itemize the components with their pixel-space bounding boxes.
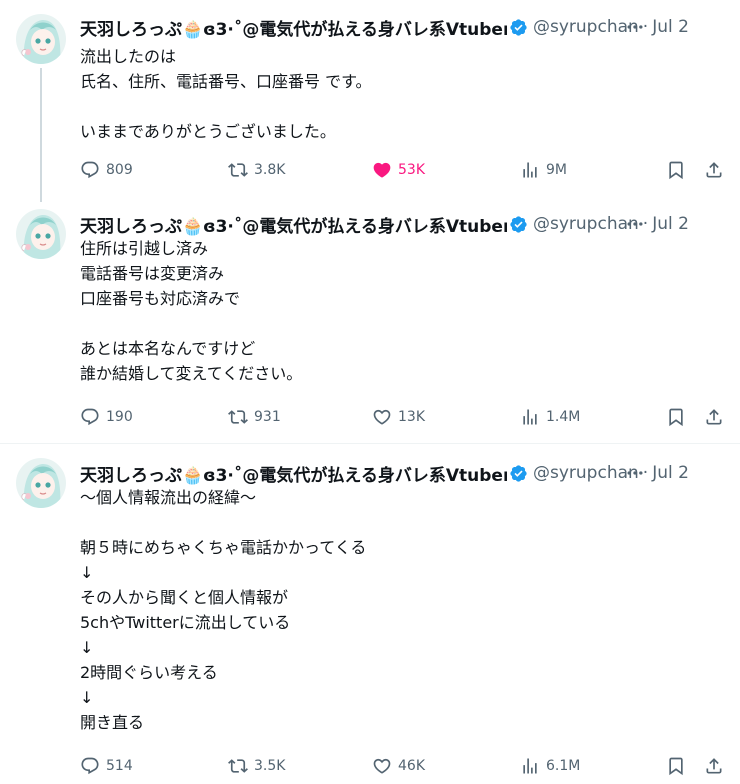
- tweet-2[interactable]: 天羽しろっぷ🧁ɞ3·˚@電気代が払える身バレ系Vtuber @syrupchan…: [0, 195, 740, 443]
- display-name[interactable]: 天羽しろっぷ🧁ɞ3·˚@電気代が払える身バレ系Vtuber: [80, 15, 507, 40]
- timestamp[interactable]: Jul 2: [652, 17, 689, 37]
- timestamp[interactable]: Jul 2: [652, 214, 689, 234]
- display-name[interactable]: 天羽しろっぷ🧁ɞ3·˚@電気代が払える身バレ系Vtuber: [80, 212, 507, 237]
- avatar-image: [16, 458, 66, 508]
- verified-badge-icon[interactable]: [509, 215, 528, 234]
- action-bar: 514 3.5K 46K 6.1M: [80, 754, 730, 778]
- avatar[interactable]: [16, 209, 66, 259]
- like-count: 13K: [398, 409, 425, 425]
- more-options-icon[interactable]: [624, 213, 646, 235]
- like-count: 46K: [398, 758, 425, 774]
- retweet-count: 3.5K: [254, 758, 286, 774]
- view-count: 6.1M: [546, 758, 581, 774]
- tweet-line: ↓: [80, 688, 94, 707]
- action-bar: 190 931 13K 1.4M: [80, 405, 730, 429]
- tweet-text: 流出したのは 氏名、住所、電話番号、口座番号 です。 いままでありがとうございま…: [80, 44, 700, 144]
- reply-button[interactable]: 514: [80, 754, 133, 778]
- retweet-button[interactable]: 3.5K: [228, 754, 285, 778]
- reply-count: 514: [106, 758, 133, 774]
- tweet-line: その人から聞くと個人情報が: [80, 588, 289, 607]
- share-button[interactable]: [704, 754, 730, 778]
- action-bar: 809 3.8K 53K 9M: [80, 158, 730, 182]
- heart-icon: [373, 758, 391, 774]
- view-count: 1.4M: [546, 409, 581, 425]
- tweet-line: 誰か結婚して変えてください。: [80, 364, 303, 383]
- reply-button[interactable]: 809: [80, 158, 133, 182]
- tweet-line: 口座番号も対応済みで: [80, 289, 241, 308]
- analytics-icon: [523, 162, 537, 178]
- like-button[interactable]: 46K: [372, 754, 425, 778]
- like-button[interactable]: 13K: [372, 405, 425, 429]
- retweet-count: 3.8K: [254, 162, 286, 178]
- tweet-line: ～個人情報流出の経緯～: [80, 488, 257, 507]
- reply-icon: [81, 408, 99, 426]
- tweet-line: [80, 510, 700, 535]
- display-name[interactable]: 天羽しろっぷ🧁ɞ3·˚@電気代が払える身バレ系Vtuber: [80, 461, 507, 486]
- avatar-image: [16, 209, 66, 259]
- tweet-line: [80, 311, 700, 336]
- tweet-line: 流出したのは: [80, 47, 177, 66]
- tweet-line: 開き直る: [80, 713, 145, 732]
- views-button[interactable]: 1.4M: [520, 405, 580, 429]
- tweet-line: いままでありがとうございました。: [80, 122, 336, 141]
- retweet-icon: [228, 163, 248, 177]
- view-count: 9M: [546, 162, 567, 178]
- reply-icon: [81, 161, 99, 179]
- share-icon: [706, 409, 722, 425]
- thread-line: [40, 68, 42, 202]
- tweet-line: 2時間ぐらい考える: [80, 663, 218, 682]
- handle[interactable]: @syrupchan: [533, 17, 639, 37]
- timestamp[interactable]: Jul 2: [652, 463, 689, 483]
- retweet-button[interactable]: 3.8K: [228, 158, 285, 182]
- avatar[interactable]: [16, 458, 66, 508]
- more-options-icon[interactable]: [624, 462, 646, 484]
- tweet-line: 電話番号は変更済み: [80, 264, 225, 283]
- handle[interactable]: @syrupchan: [533, 463, 639, 483]
- verified-badge-icon[interactable]: [509, 464, 528, 483]
- like-count: 53K: [398, 162, 425, 178]
- views-button[interactable]: 6.1M: [520, 754, 580, 778]
- bookmark-button[interactable]: [666, 158, 692, 182]
- share-icon: [706, 162, 722, 178]
- handle[interactable]: @syrupchan: [533, 214, 639, 234]
- tweet-text: ～個人情報流出の経緯～ 朝５時にめちゃくちゃ電話かかってくる ↓ その人から聞く…: [80, 485, 700, 735]
- tweet-3[interactable]: 天羽しろっぷ🧁ɞ3·˚@電気代が払える身バレ系Vtuber @syrupchan…: [0, 444, 740, 784]
- retweet-button[interactable]: 931: [228, 405, 281, 429]
- reply-count: 809: [106, 162, 133, 178]
- bookmark-button[interactable]: [666, 405, 692, 429]
- heart-icon: [373, 409, 391, 425]
- avatar-image: [16, 14, 66, 64]
- bookmark-icon: [669, 757, 683, 776]
- tweet-line: ↓: [80, 563, 94, 582]
- views-button[interactable]: 9M: [520, 158, 567, 182]
- tweet-line: ↓: [80, 638, 94, 657]
- more-options-icon[interactable]: [624, 16, 646, 38]
- analytics-icon: [523, 758, 537, 774]
- tweet-line: [80, 94, 700, 119]
- bookmark-icon: [669, 161, 683, 180]
- tweet-line: 朝５時にめちゃくちゃ電話かかってくる: [80, 538, 367, 557]
- share-icon: [706, 758, 722, 774]
- heart-icon: [373, 162, 391, 178]
- tweet-1[interactable]: 天羽しろっぷ🧁ɞ3·˚@電気代が払える身バレ系Vtuber @syrupchan…: [0, 0, 740, 202]
- tweet-line: 住所は引越し済み: [80, 239, 209, 258]
- retweet-icon: [228, 410, 248, 424]
- verified-badge-icon[interactable]: [509, 18, 528, 37]
- retweet-count: 931: [254, 409, 281, 425]
- like-button[interactable]: 53K: [372, 158, 425, 182]
- tweet-line: あとは本名なんですけど: [80, 339, 256, 358]
- tweet-text: 住所は引越し済み 電話番号は変更済み 口座番号も対応済みで あとは本名なんですけ…: [80, 236, 700, 386]
- share-button[interactable]: [704, 405, 730, 429]
- retweet-icon: [228, 759, 248, 773]
- reply-button[interactable]: 190: [80, 405, 133, 429]
- avatar[interactable]: [16, 14, 66, 64]
- analytics-icon: [523, 409, 537, 425]
- tweet-line: 氏名、住所、電話番号、口座番号 です。: [80, 72, 372, 91]
- reply-icon: [81, 757, 99, 775]
- bookmark-button[interactable]: [666, 754, 692, 778]
- bookmark-icon: [669, 408, 683, 427]
- share-button[interactable]: [704, 158, 730, 182]
- tweet-line: 5chやTwitterに流出している: [80, 613, 291, 632]
- reply-count: 190: [106, 409, 133, 425]
